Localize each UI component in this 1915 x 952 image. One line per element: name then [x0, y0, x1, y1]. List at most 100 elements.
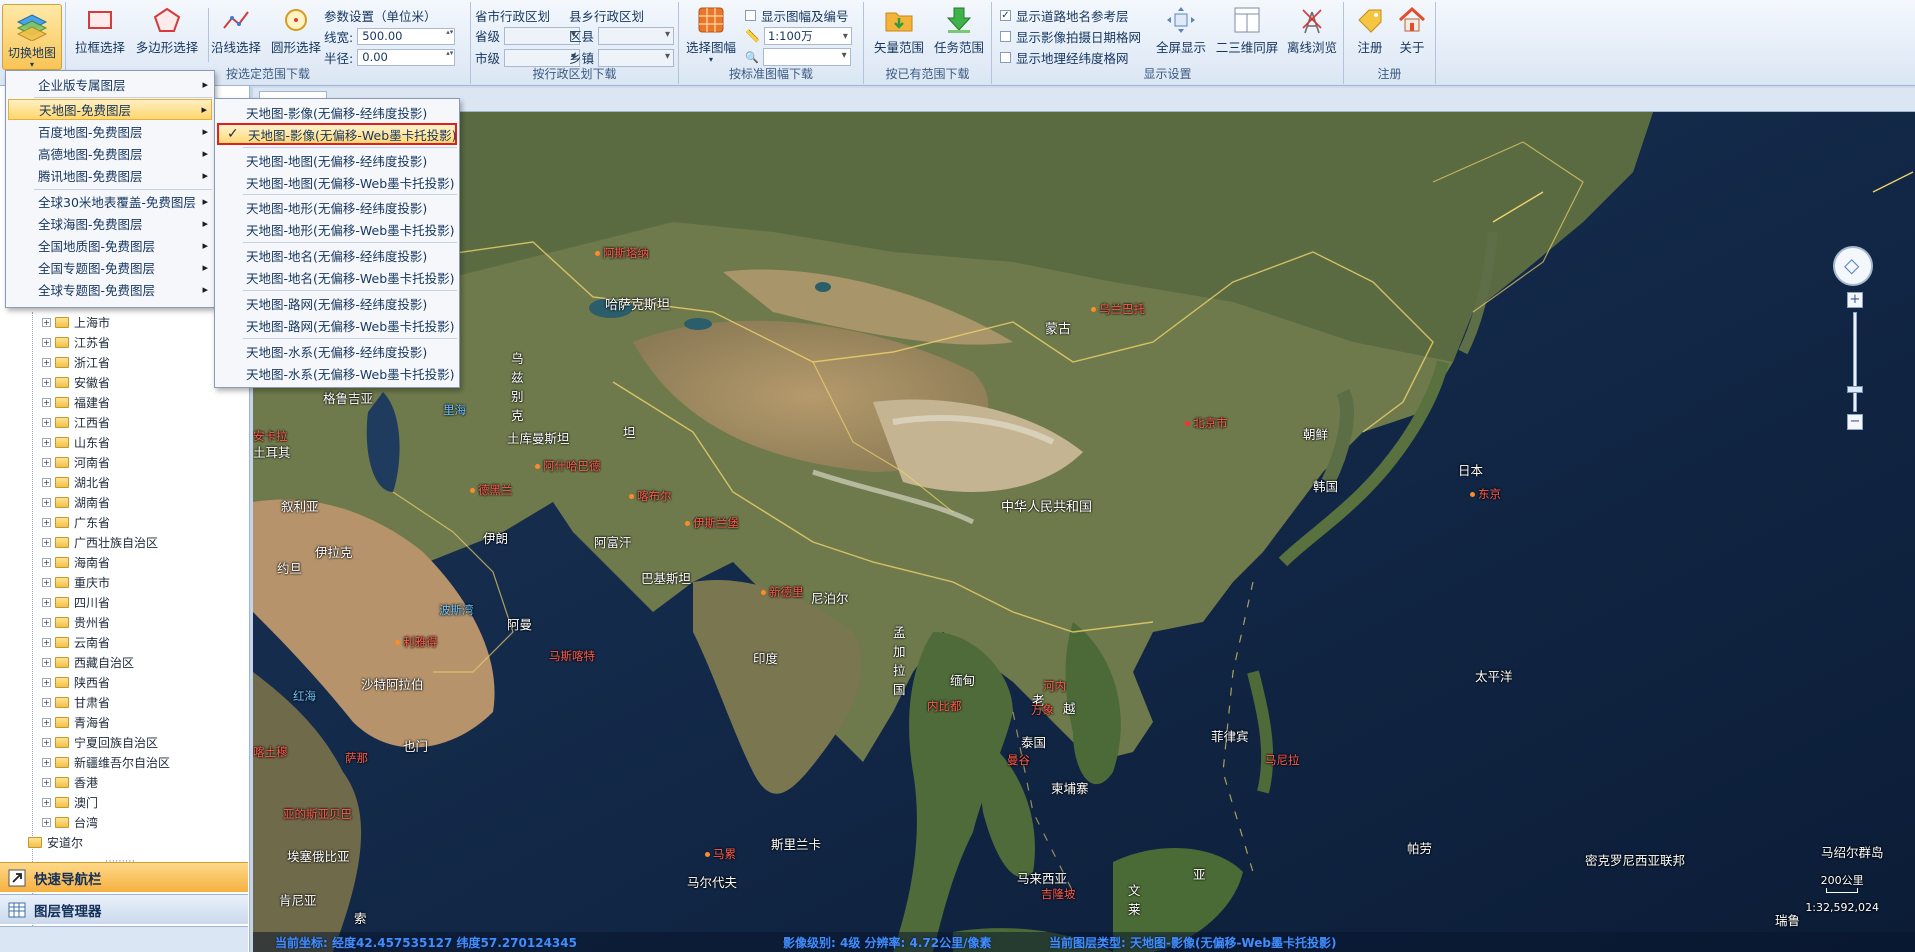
expand-icon[interactable]: + — [42, 357, 51, 367]
submenu-item-imagery-latlon[interactable]: 天地图-影像(无偏移-经纬度投影) — [217, 101, 457, 123]
expand-icon[interactable]: + — [42, 777, 51, 787]
tree-node[interactable]: + 甘肃省 — [42, 692, 110, 712]
tree-node[interactable]: + 云南省 — [42, 632, 110, 652]
tree-node[interactable]: + 宁夏回族自治区 — [42, 732, 158, 752]
quick-nav-bar[interactable]: 快速导航栏 — [0, 862, 248, 892]
menu-item-tianditu[interactable]: 天地图-免费图层 — [8, 99, 212, 120]
tree-node[interactable]: + 广西壮族自治区 — [42, 532, 158, 552]
expand-icon[interactable]: + — [42, 417, 51, 427]
menu-item-baidu[interactable]: 百度地图-免费图层 — [8, 121, 212, 142]
select-sheet-button[interactable]: 选择图幅 ▾ — [683, 6, 739, 64]
show-sheet-number-row[interactable]: 显示图幅及编号 — [745, 6, 849, 25]
expand-icon[interactable]: + — [42, 317, 51, 327]
tree-node[interactable]: + 贵州省 — [42, 612, 110, 632]
expand-icon[interactable]: + — [42, 757, 51, 767]
show-road-names-row[interactable]: ✓ 显示道路地名参考层 — [1000, 6, 1129, 25]
expand-icon[interactable]: + — [42, 617, 51, 627]
expand-icon[interactable]: + — [42, 597, 51, 607]
submenu-item-map-latlon[interactable]: 天地图-地图(无偏移-经纬度投影) — [217, 149, 457, 171]
expand-icon[interactable]: + — [42, 577, 51, 587]
menu-item-tencent[interactable]: 腾讯地图-免费图层 — [8, 165, 212, 186]
submenu-item-imagery-mercator[interactable]: ✓ 天地图-影像(无偏移-Web墨卡托投影) — [217, 123, 457, 145]
tree-node[interactable]: + 上海市 — [42, 312, 110, 332]
show-capture-grid-row[interactable]: 显示影像拍摄日期格网 — [1000, 27, 1141, 46]
switch-map-button[interactable]: 切换地图 ▾ — [2, 4, 62, 70]
menu-item-enterprise[interactable]: 企业版专属图层 — [8, 74, 212, 95]
about-button[interactable]: 关于 — [1392, 6, 1432, 56]
expand-icon[interactable]: + — [42, 497, 51, 507]
menu-item-geology[interactable]: 全国地质图-免费图层 — [8, 235, 212, 256]
expand-icon[interactable]: + — [42, 717, 51, 727]
scale-select[interactable]: 1:100万 — [763, 27, 852, 45]
expand-icon[interactable]: + — [42, 377, 51, 387]
tree-node[interactable]: + 台湾 — [42, 812, 98, 832]
tree-node[interactable]: + 福建省 — [42, 392, 110, 412]
task-range-button[interactable]: 任务范围 — [930, 6, 988, 56]
tree-node[interactable]: + 江苏省 — [42, 332, 110, 352]
tree-node[interactable]: + 湖北省 — [42, 472, 110, 492]
tree-node[interactable]: + 安徽省 — [42, 372, 110, 392]
split-view-button[interactable]: 二三维同屏 — [1212, 6, 1282, 56]
menu-item-amap[interactable]: 高德地图-免费图层 — [8, 143, 212, 164]
tree-node[interactable]: + 湖南省 — [42, 492, 110, 512]
menu-item-nautical[interactable]: 全球海图-免费图层 — [8, 213, 212, 234]
register-button[interactable]: 注册 — [1350, 6, 1390, 56]
tree-node[interactable]: + 青海省 — [42, 712, 110, 732]
tree-node[interactable]: + 河南省 — [42, 452, 110, 472]
expand-icon[interactable]: + — [42, 517, 51, 527]
show-road-names-checkbox[interactable]: ✓ — [1000, 10, 1011, 21]
pan-control[interactable] — [1833, 246, 1873, 286]
tree-node[interactable]: + 四川省 — [42, 592, 110, 612]
submenu-item-roads-latlon[interactable]: 天地图-路网(无偏移-经纬度投影) — [217, 292, 457, 314]
zoom-slider-thumb[interactable] — [1847, 386, 1863, 393]
submenu-item-names-mercator[interactable]: 天地图-地名(无偏移-Web墨卡托投影) — [217, 266, 457, 288]
radius-input[interactable]: 0.00 — [357, 49, 456, 66]
tree-node[interactable]: + 重庆市 — [42, 572, 110, 592]
zoom-in-button[interactable]: + — [1847, 292, 1863, 308]
box-select-button[interactable]: 拉框选择 — [72, 6, 128, 56]
expand-icon[interactable]: + — [42, 797, 51, 807]
sheet-search-input[interactable] — [762, 48, 851, 66]
submenu-item-terrain-latlon[interactable]: 天地图-地形(无偏移-经纬度投影) — [217, 196, 457, 218]
tree-node[interactable]: + 浙江省 — [42, 352, 110, 372]
zoom-out-button[interactable]: − — [1847, 414, 1863, 430]
submenu-item-roads-mercator[interactable]: 天地图-路网(无偏移-Web墨卡托投影) — [217, 314, 457, 336]
expand-icon[interactable]: + — [42, 697, 51, 707]
expand-icon[interactable]: + — [42, 437, 51, 447]
tree-node[interactable]: + 西藏自治区 — [42, 652, 134, 672]
tree-node[interactable]: + 陕西省 — [42, 672, 110, 692]
expand-icon[interactable]: + — [42, 397, 51, 407]
show-latlon-grid-checkbox[interactable] — [1000, 52, 1011, 63]
tree-node[interactable]: + 香港 — [42, 772, 98, 792]
submenu-item-names-latlon[interactable]: 天地图-地名(无偏移-经纬度投影) — [217, 244, 457, 266]
expand-icon[interactable]: + — [42, 477, 51, 487]
expand-icon[interactable]: + — [42, 817, 51, 827]
submenu-item-water-latlon[interactable]: 天地图-水系(无偏移-经纬度投影) — [217, 340, 457, 362]
expand-icon[interactable]: + — [42, 337, 51, 347]
fullscreen-button[interactable]: 全屏显示 — [1152, 6, 1210, 56]
show-capture-grid-checkbox[interactable] — [1000, 31, 1011, 42]
tree-node[interactable]: + 广东省 — [42, 512, 110, 532]
menu-item-global-thematic[interactable]: 全球专题图-免费图层 — [8, 279, 212, 300]
tree-node[interactable]: + 澳门 — [42, 792, 98, 812]
submenu-item-terrain-mercator[interactable]: 天地图-地形(无偏移-Web墨卡托投影) — [217, 218, 457, 240]
tree-node[interactable]: + 山东省 — [42, 432, 110, 452]
tree-node[interactable]: + 海南省 — [42, 552, 110, 572]
tree-node[interactable]: + 江西省 — [42, 412, 110, 432]
submenu-item-water-mercator[interactable]: 天地图-水系(无偏移-Web墨卡托投影) — [217, 362, 457, 384]
expand-icon[interactable]: + — [42, 657, 51, 667]
menu-item-landcover[interactable]: 全球30米地表覆盖-免费图层 — [8, 191, 212, 212]
submenu-item-map-mercator[interactable]: 天地图-地图(无偏移-Web墨卡托投影) — [217, 171, 457, 193]
expand-icon[interactable]: + — [42, 537, 51, 547]
vector-range-button[interactable]: 矢量范围 — [870, 6, 928, 56]
expand-icon[interactable]: + — [42, 637, 51, 647]
expand-icon[interactable]: + — [42, 457, 51, 467]
expand-icon[interactable]: + — [42, 677, 51, 687]
line-width-input[interactable]: 500.00 — [357, 28, 456, 45]
zoom-slider-track[interactable] — [1853, 312, 1857, 412]
expand-icon[interactable]: + — [42, 557, 51, 567]
expand-icon[interactable]: + — [42, 737, 51, 747]
menu-item-national-thematic[interactable]: 全国专题图-免费图层 — [8, 257, 212, 278]
district-select[interactable] — [598, 26, 675, 45]
tree-node[interactable]: + 新疆维吾尔自治区 — [42, 752, 170, 772]
